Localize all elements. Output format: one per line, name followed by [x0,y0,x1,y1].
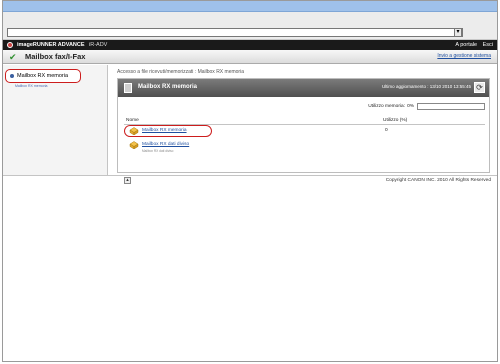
sidebar-item-memory-rx-box[interactable]: Mailbox RX memoria [5,69,81,83]
canon-logo-icon [7,42,13,48]
mailbox-name-link[interactable]: Mailbox RX memoria [142,128,187,133]
sidebar: Mailbox RX memoria Mailbox RX memoria [3,65,108,175]
mailbox-box-icon [129,141,139,149]
sidebar-item-label: Mailbox RX memoria [17,73,69,79]
mailbox-name-link[interactable]: Mailbox RX dati diviso [142,142,189,147]
brand-name: imageRUNNER ADVANCE [17,42,85,48]
table-row[interactable]: Mailbox RX memoria 0 [124,125,485,137]
sidebar-sub-text: Mailbox RX memoria [15,84,48,88]
page-titlebar: ✔ Mailbox fax/I-Fax Invio a gestione sis… [3,50,497,64]
copyright-text: Copyright CANON INC. 2010 All Rights Res… [385,178,491,183]
device-model: iR-ADV [89,42,108,48]
address-dropdown-icon[interactable]: ▾ [454,28,462,37]
memory-usage-value: 0% [407,104,414,109]
panel-header: Mailbox RX memoria Ultimo aggiornamento … [118,79,489,97]
memory-usage-label: Utilizzo memoria: [368,104,405,109]
footer-divider [3,175,497,176]
mailbox-usage-value: 0 [385,128,388,133]
logout-link[interactable]: Esci [483,42,493,48]
portal-link[interactable]: A portale [455,42,477,48]
memory-usage-bar [417,103,485,110]
breadcrumb: Accesso a file ricevuti/memorizzati : Ma… [117,69,244,75]
back-to-system-link[interactable]: Invio a gestione sistema [437,53,491,59]
column-usage-header: Utilizzo (%) [383,118,408,123]
mailbox-panel: Mailbox RX memoria Ultimo aggiornamento … [117,78,490,184]
page-title: Mailbox fax/I-Fax [25,52,86,61]
mailbox-icon [124,83,132,93]
brand-links: A portale Esci [451,42,493,48]
fax-mailbox-icon: ✔ [9,52,17,62]
page-top-button[interactable]: ▴ [124,177,131,184]
table-header: Nome Utilizzo (%) [124,118,485,125]
address-bar[interactable]: ▾ [7,28,463,37]
mailbox-box-icon [129,127,139,135]
window-titlebar [3,1,497,12]
bullet-icon [10,73,14,78]
refresh-icon[interactable]: ⟳ [474,82,485,93]
browser-chrome: ▾ [3,12,497,40]
panel-title: Mailbox RX memoria [138,84,198,90]
mailbox-sub-text: Mailbox RX dati diviso [142,149,174,153]
last-update-text: Ultimo aggiornamento : 13/10 2010 13:55:… [381,84,471,89]
browser-window: ▾ imageRUNNER ADVANCE iR-ADV A portale E… [2,0,498,362]
brand-bar: imageRUNNER ADVANCE iR-ADV A portale Esc… [3,40,497,50]
main-content: Accesso a file ricevuti/memorizzati : Ma… [111,65,496,184]
memory-usage-row: Utilizzo memoria: 0% [118,103,489,111]
table-row[interactable]: Mailbox RX dati diviso Mailbox RX dati d… [124,140,485,153]
column-name-header: Nome [126,118,139,123]
